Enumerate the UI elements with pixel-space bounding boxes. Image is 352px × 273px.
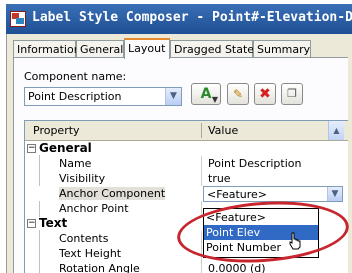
collapse-icon[interactable]: − bbox=[27, 219, 36, 228]
tab-information[interactable]: Information bbox=[13, 40, 81, 58]
component-name-dropdown[interactable]: Point Description ▼ bbox=[24, 87, 182, 106]
edit-expression-button[interactable]: ✎ bbox=[227, 83, 249, 105]
title-bar: Label Style Composer - Point#-Elevation-… bbox=[6, 4, 352, 34]
property-row-visibility[interactable]: Visibility true bbox=[25, 171, 328, 186]
app-icon bbox=[10, 11, 26, 27]
component-name-label: Component name: bbox=[24, 70, 127, 83]
delete-component-button[interactable]: ✖ bbox=[254, 83, 276, 105]
tab-general[interactable]: General bbox=[76, 40, 124, 58]
add-component-icon: A bbox=[200, 86, 212, 102]
anchor-component-dropdown[interactable]: <Feature> ▼ bbox=[203, 186, 343, 202]
column-divider bbox=[201, 123, 202, 138]
property-row-name[interactable]: Name Point Description bbox=[25, 156, 328, 171]
delete-icon: ✖ bbox=[259, 86, 271, 102]
chevron-down-icon: ▼ bbox=[211, 95, 218, 104]
add-component-button[interactable]: A ▼ bbox=[191, 83, 221, 105]
value-column-header: Value bbox=[208, 124, 239, 137]
component-name-value: Point Description bbox=[28, 90, 122, 103]
copy-component-button[interactable]: ❐ bbox=[281, 83, 303, 105]
screenshot-frame: Label Style Composer - Point#-Elevation-… bbox=[0, 0, 352, 273]
property-column-header: Property bbox=[33, 124, 80, 137]
grid-header: Property Value bbox=[25, 121, 352, 141]
window-title: Label Style Composer - Point#-Elevation-… bbox=[32, 10, 352, 25]
expression-edit-icon: ✎ bbox=[232, 87, 244, 101]
tab-summary[interactable]: Summary bbox=[253, 40, 311, 58]
chevron-down-icon[interactable]: ▼ bbox=[327, 187, 342, 201]
tab-dragged-state[interactable]: Dragged State bbox=[170, 40, 254, 58]
chevron-down-icon[interactable]: ▼ bbox=[165, 88, 181, 105]
copy-icon: ❐ bbox=[287, 87, 297, 100]
property-row-anchor-component[interactable]: Anchor Component <Feature> ▼ bbox=[25, 186, 343, 202]
scroll-up-arrow-icon[interactable]: ▲ bbox=[328, 121, 344, 140]
collapse-icon[interactable]: − bbox=[27, 144, 36, 153]
property-row-rotation-angle[interactable]: Rotation Angle 0.0000 (d) bbox=[25, 261, 328, 273]
cropped-edge bbox=[348, 34, 352, 273]
tab-layout[interactable]: Layout bbox=[124, 38, 170, 59]
category-general[interactable]: − General bbox=[25, 141, 328, 156]
